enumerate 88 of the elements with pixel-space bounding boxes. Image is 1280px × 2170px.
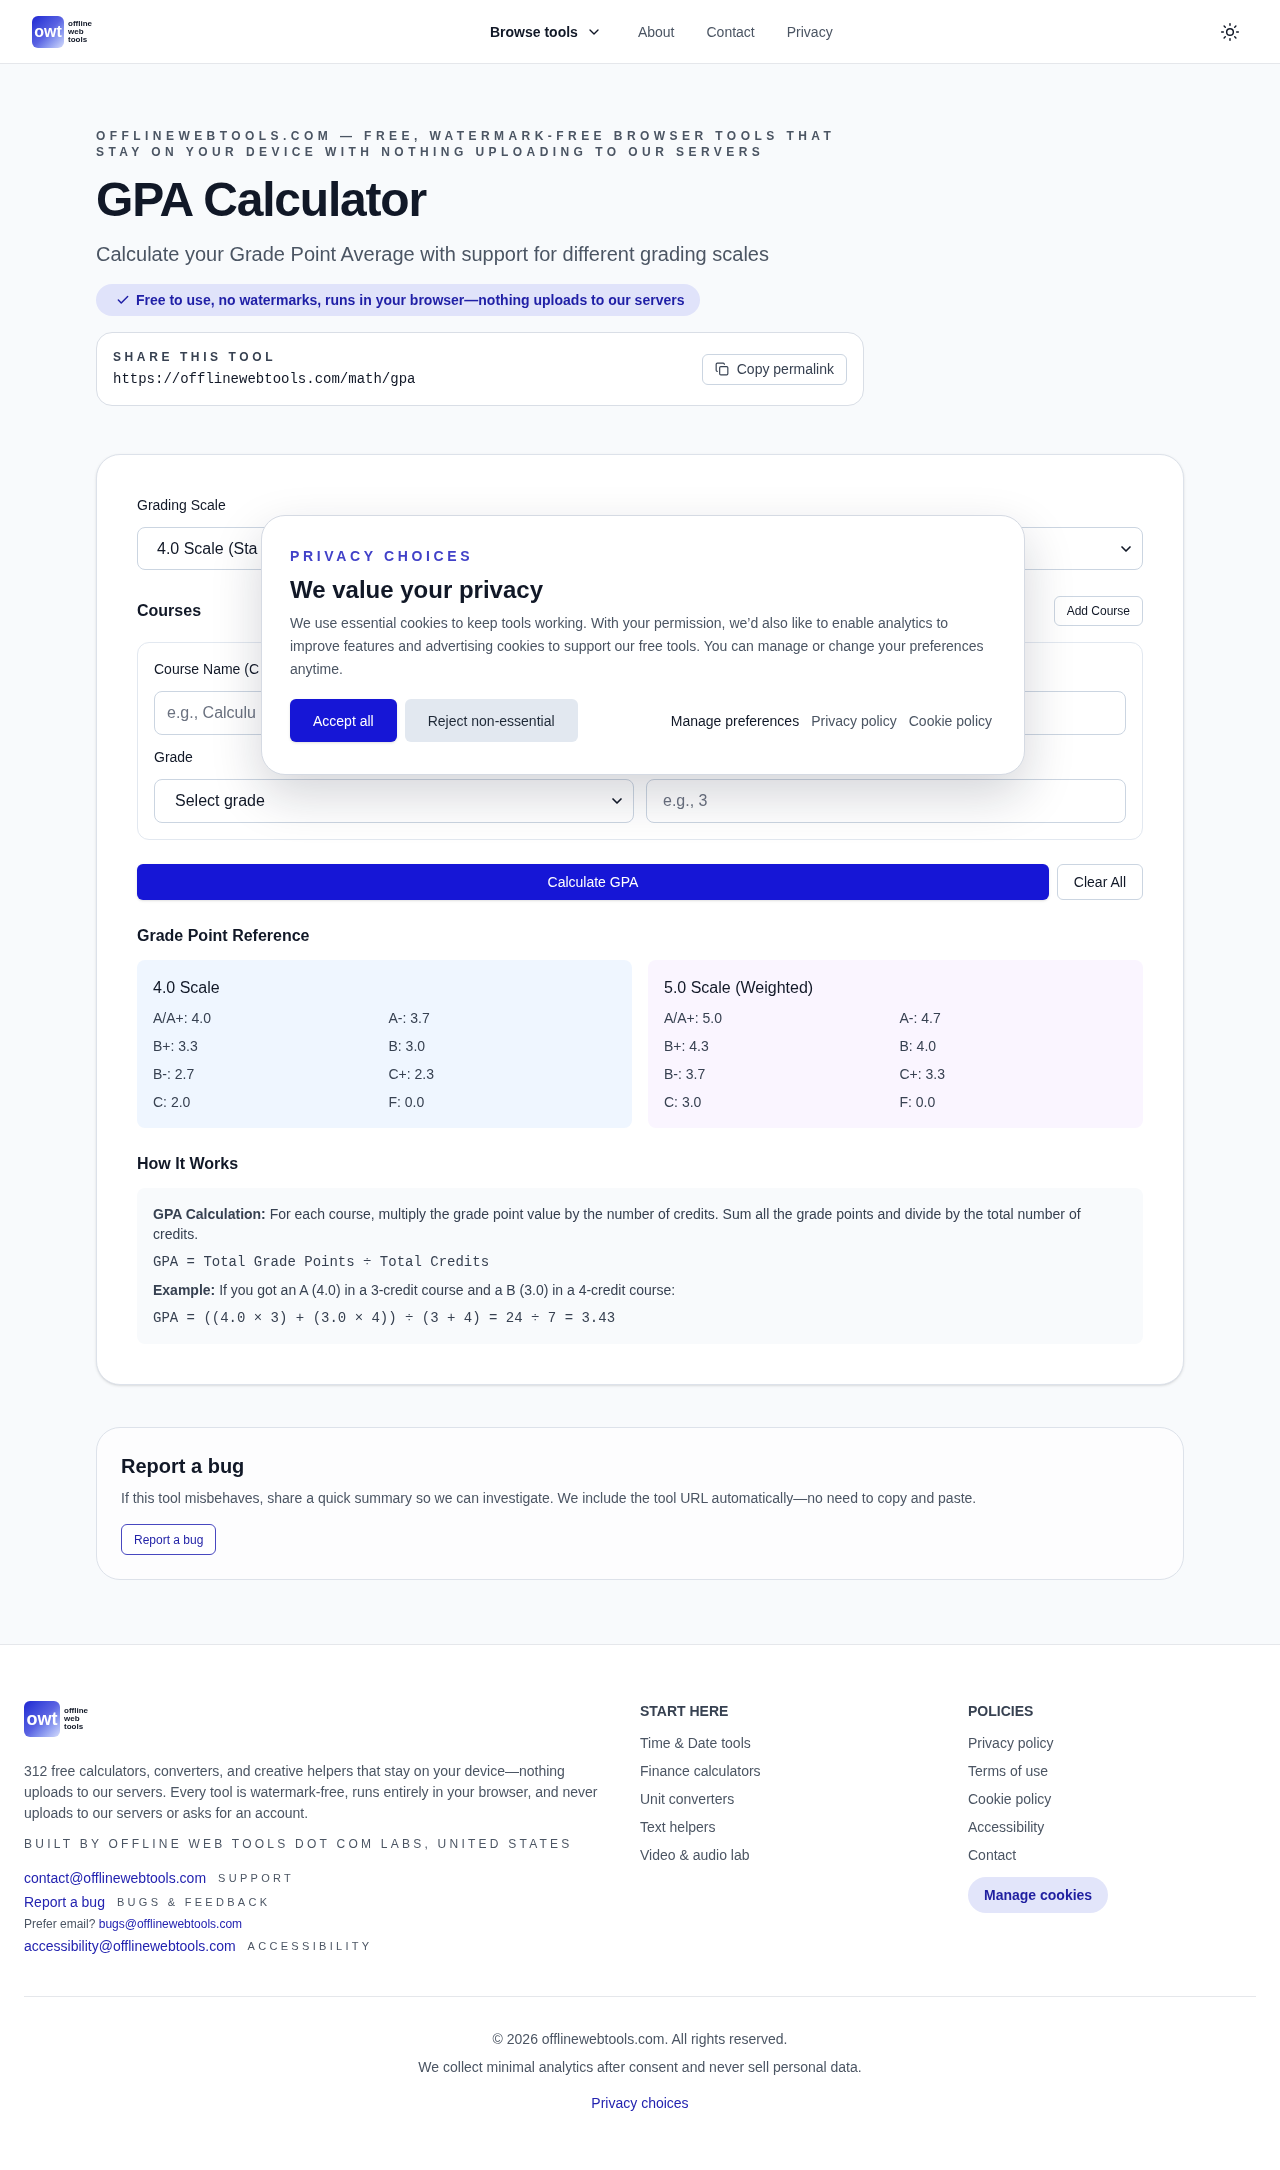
card-text: If this tool misbehaves, share a quick summary so we can investigate. We include the tool URL automatically—no need to copy and paste.	[121, 1489, 977, 1508]
check-icon	[116, 293, 130, 307]
grade-point-value: A-: 3.7	[388, 1009, 430, 1028]
dialog-eyebrow: PRIVACY CHOICES	[290, 548, 474, 564]
grade-point-value: C: 2.0	[153, 1093, 191, 1112]
credits-input[interactable]: e.g., 3	[646, 779, 1126, 823]
copy-permalink-button[interactable]: Copy permalink	[701, 353, 847, 385]
grade-point-value: C+: 3.3	[899, 1065, 946, 1084]
footer-link[interactable]: Finance calculators	[640, 1761, 761, 1781]
section-heading: How It Works	[137, 1154, 239, 1174]
reject-button[interactable]: Reject non-essential	[404, 699, 578, 742]
grade-point-value: B-: 3.7	[664, 1065, 706, 1084]
page-subtitle: Calculate your Grade Point Average with support for different grading scales	[96, 242, 769, 267]
grade-point-value: C: 3.0	[664, 1093, 702, 1112]
logo-mark[interactable]: owt	[32, 15, 64, 48]
logo-mark: owt	[24, 1701, 60, 1737]
privacy-choices-link[interactable]: Privacy choices	[591, 2093, 689, 2113]
sun-icon	[1220, 21, 1240, 42]
footer-description: 312 free calculators, converters, and creative helpers that stay on your device—nothing uploads to our servers. Every tool is watermark-free, runs entirely in your browser, and never uploads to our servers or asks for an account.	[24, 1762, 599, 1823]
footer-link[interactable]: Accessibility	[968, 1817, 1045, 1837]
footer-link[interactable]: Video & audio lab	[640, 1845, 750, 1865]
formula-text: GPA = ((4.0 × 3) + (3.0 × 4)) ÷ (3 + 4) = 24 ÷ 7 = 3.43	[153, 1309, 616, 1328]
contact-tag: ACCESSIBILITY	[247, 1938, 373, 1954]
email-link[interactable]: contact@offlinewebtools.com	[24, 1868, 207, 1888]
field-label: Grading Scale	[137, 496, 226, 515]
copyright-text: © 2026 offlinewebtools.com. All rights reserved.	[492, 2030, 788, 2049]
grade-point-value: B: 3.0	[388, 1037, 426, 1056]
manage-cookies-button[interactable]: Manage cookies	[968, 1877, 1109, 1913]
formula-text: GPA = Total Grade Points ÷ Total Credits	[153, 1253, 490, 1272]
grade-select[interactable]: Select grade	[154, 779, 634, 823]
dialog-title: We value your privacy	[290, 575, 543, 605]
tagline: OFFLINEWEBTOOLS.COM — FREE, WATERMARK-FREE BROWSER TOOLS THAT STAY ON YOUR DEVICE WITH NOTHING UPLOADING TO OUR SERVERS	[96, 128, 837, 160]
card-title: Report a bug	[121, 1454, 245, 1479]
grade-point-value: B: 4.0	[899, 1037, 937, 1056]
explanation-text: GPA Calculation: For each course, multiply the grade point value by the number of credits. Sum all the grade points and divide by the total number of credits.	[153, 1205, 1082, 1244]
accept-button[interactable]: Accept all	[290, 699, 397, 742]
footer-credit: BUILT BY OFFLINE WEB TOOLS DOT COM LABS, UNITED STATES	[24, 1836, 573, 1852]
field-label: Course Name (C	[154, 660, 260, 679]
add-course-button[interactable]: Add Course	[1053, 596, 1143, 626]
scale-title: 5.0 Scale (Weighted)	[664, 978, 814, 998]
email-link[interactable]: accessibility@offlinewebtools.com	[24, 1936, 236, 1956]
grade-point-value: F: 0.0	[388, 1093, 425, 1112]
explanation-text: Example: If you got an A (4.0) in a 3-credit course and a B (3.0) in a 4-credit course:	[153, 1281, 677, 1300]
grade-point-value: A-: 4.7	[899, 1009, 941, 1028]
report-bug-link[interactable]: Report a bug	[24, 1892, 105, 1912]
email-note: Prefer email? bugs@offlinewebtools.com	[24, 1916, 243, 1932]
footer-link[interactable]: Contact	[968, 1845, 1017, 1865]
footer-link[interactable]: Terms of use	[968, 1761, 1049, 1781]
report-bug-button[interactable]: Report a bug	[121, 1524, 217, 1555]
footer-link[interactable]: Cookie policy	[968, 1789, 1052, 1809]
dialog-link[interactable]: Cookie policy	[908, 710, 992, 731]
contact-tag: SUPPORT	[218, 1870, 295, 1886]
grade-point-value: B+: 4.3	[664, 1037, 709, 1056]
section-heading: Courses	[137, 601, 202, 621]
feature-badge-text: Free to use, no watermarks, runs in your browser—nothing uploads to our servers	[136, 291, 685, 310]
dialog-link[interactable]: Manage preferences	[670, 710, 800, 731]
grade-point-value: B+: 3.3	[153, 1037, 198, 1056]
nav-link[interactable]: Privacy	[786, 21, 833, 42]
calculate-gpa-button[interactable]: Calculate GPA	[137, 864, 1049, 900]
field-label: Grade	[154, 748, 193, 767]
section-heading: Grade Point Reference	[137, 926, 310, 946]
footer-link[interactable]: Text helpers	[640, 1817, 716, 1837]
logo-wordmark[interactable]: offline web tools	[68, 19, 98, 44]
grade-point-value: A/A+: 4.0	[153, 1009, 211, 1028]
clear-all-button[interactable]: Clear All	[1056, 864, 1143, 900]
footer-link[interactable]: Privacy policy	[968, 1733, 1054, 1753]
logo-wordmark: offline web tools	[64, 1707, 89, 1731]
share-label: SHARE THIS TOOL	[113, 349, 277, 365]
nav-link[interactable]: Contact	[706, 21, 755, 42]
privacy-notice-text: We collect minimal analytics after consent and never sell personal data.	[418, 2058, 862, 2077]
share-url: https://offlinewebtools.com/math/gpa	[113, 370, 416, 389]
contact-tag: BUGS & FEEDBACK	[116, 1894, 271, 1910]
dialog-link[interactable]: Privacy policy	[811, 710, 897, 731]
browse-menu-button[interactable]: Browse tools	[490, 21, 602, 42]
email-link[interactable]: bugs@offlinewebtools.com	[98, 1917, 243, 1931]
nav-link[interactable]: About	[637, 21, 675, 42]
grade-point-value: F: 0.0	[899, 1093, 936, 1112]
copy-icon	[714, 362, 729, 376]
dialog-text: We use essential cookies to keep tools working. With your permission, we’d also like to enable analytics to improve features and advertising cookies to support our free tools. You can manage or change your preferences anytime.	[290, 614, 985, 679]
grade-point-value: A/A+: 5.0	[664, 1009, 722, 1028]
page-title: GPA Calculator	[96, 176, 426, 224]
scale-title: 4.0 Scale	[153, 978, 220, 998]
footer-link[interactable]: Time & Date tools	[640, 1733, 751, 1753]
grade-point-value: B-: 2.7	[153, 1065, 195, 1084]
footer-heading: START HERE	[640, 1702, 729, 1721]
grade-point-value: C+: 2.3	[388, 1065, 435, 1084]
footer-link[interactable]: Unit converters	[640, 1789, 735, 1809]
footer-heading: POLICIES	[968, 1702, 1034, 1721]
